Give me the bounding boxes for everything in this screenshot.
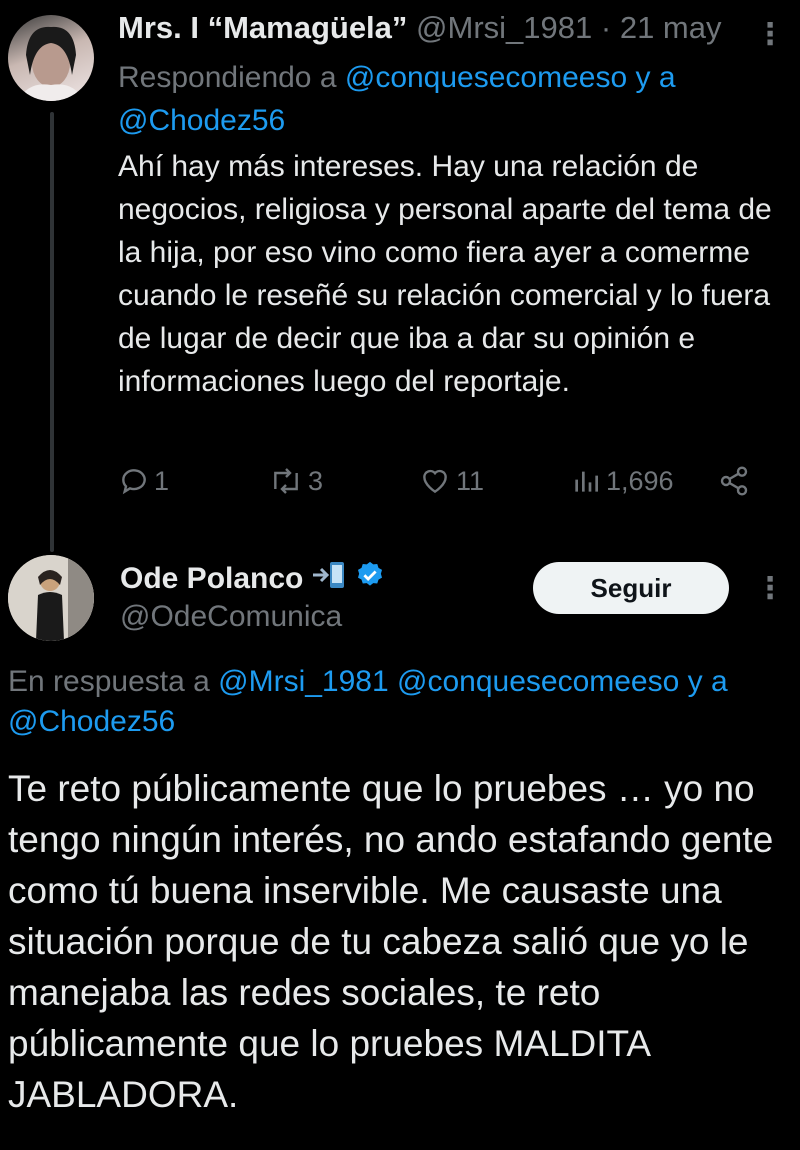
reply-and: y a xyxy=(687,665,728,698)
reply-prefix: Respondiendo a xyxy=(118,61,337,94)
views-icon xyxy=(570,465,602,497)
like-icon xyxy=(418,465,452,497)
retweet-count: 3 xyxy=(308,465,324,496)
display-name[interactable]: Mrs. I “Mamagüela” xyxy=(118,10,407,45)
like-button[interactable]: 11 xyxy=(418,465,484,497)
reply-button[interactable]: 1 xyxy=(118,465,169,497)
reply-context: Respondiendo a @conquesecomeeso y a @Cho… xyxy=(118,56,778,142)
views-count: 1,696 xyxy=(606,465,674,496)
phone-arrow-emoji xyxy=(311,560,347,598)
reply-prefix: En respuesta a xyxy=(8,665,210,698)
tweet-text: Te reto públicamente que lo pruebes … yo… xyxy=(8,768,774,1115)
reply-context: En respuesta a @Mrsi_1981 @conquesecomee… xyxy=(8,662,788,742)
reply-and: y a xyxy=(635,61,676,94)
mention-link[interactable]: @Chodez56 xyxy=(118,104,285,137)
follow-button[interactable]: Seguir xyxy=(533,562,729,614)
mention-link[interactable]: @conquesecomeeso xyxy=(397,665,679,698)
share-button[interactable] xyxy=(718,465,750,497)
more-icon[interactable]: ⋮ xyxy=(755,20,785,50)
display-name-row: Ode Polanco xyxy=(120,560,385,598)
reply-icon xyxy=(118,465,150,497)
tweet-header: Mrs. I “Mamagüela” @Mrsi_1981 · 21 may xyxy=(118,10,722,46)
retweet-button[interactable]: 3 xyxy=(268,465,323,497)
tweet-text: Ahí hay más intereses. Hay una relación … xyxy=(118,150,772,398)
share-icon xyxy=(718,465,750,497)
display-name[interactable]: Ode Polanco xyxy=(120,562,303,596)
mention-link[interactable]: @Chodez56 xyxy=(8,705,175,738)
more-icon[interactable]: ⋮ xyxy=(755,574,785,604)
verified-icon xyxy=(355,560,385,598)
avatar[interactable] xyxy=(8,15,94,101)
mention-link[interactable]: @Mrsi_1981 xyxy=(218,665,389,698)
avatar[interactable] xyxy=(8,555,94,641)
tweet-date[interactable]: · 21 may xyxy=(601,10,722,45)
mention-link[interactable]: @conquesecomeeso xyxy=(345,61,627,94)
thread-connector xyxy=(50,112,54,552)
reply-count: 1 xyxy=(154,465,170,496)
user-handle[interactable]: @Mrsi_1981 xyxy=(416,10,592,45)
retweet-icon xyxy=(268,465,304,497)
tweet-actions: 1 3 11 1,696 xyxy=(118,465,758,505)
like-count: 11 xyxy=(456,465,485,496)
user-handle[interactable]: @OdeComunica xyxy=(120,600,342,634)
views-button[interactable]: 1,696 xyxy=(570,465,674,497)
